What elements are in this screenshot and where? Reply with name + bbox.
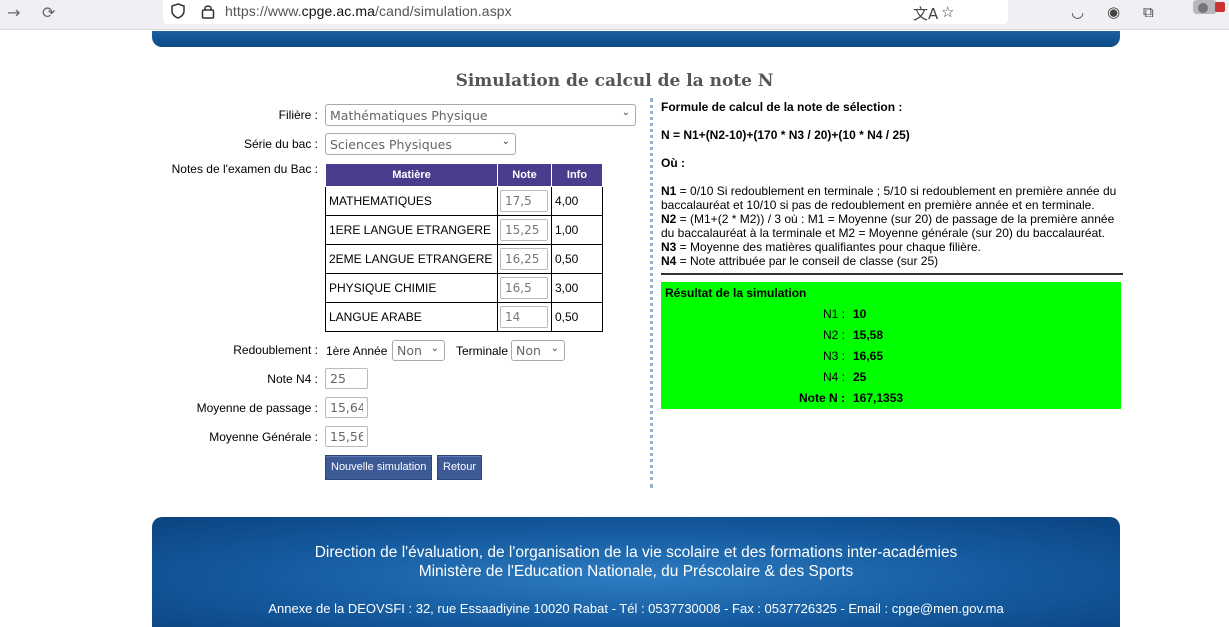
table-row: LANGUE ARABE 0,50 (325, 302, 603, 332)
serie-label: Série du bac : (243, 137, 318, 151)
reload-icon[interactable]: ⟳ (42, 3, 55, 22)
table-row: MATHEMATIQUES 4,00 (325, 186, 603, 216)
pocket-icon[interactable]: ◡ (1071, 3, 1084, 21)
translate-icon[interactable]: 文A (913, 3, 938, 24)
note-cell (497, 215, 552, 245)
note-cell (497, 244, 552, 274)
premiere-annee-select[interactable]: Non ⌄ (392, 340, 445, 361)
moyenne-generale-label: Moyenne Générale : (209, 430, 318, 444)
retour-button[interactable]: Retour (437, 455, 483, 480)
result-title: Résultat de la simulation (665, 286, 807, 300)
subject-name: 2EME LANGUE ETRANGERE (325, 244, 498, 274)
formula-definitions: N1 = 0/10 Si redoublement en terminale ;… (661, 184, 1123, 268)
serie-dropdown[interactable]: Sciences Physiques (325, 133, 516, 155)
subject-name: MATHEMATIQUES (325, 186, 498, 216)
moyenne-passage-input[interactable] (325, 397, 368, 418)
info-coefficient: 0,50 (551, 244, 603, 274)
column-header-info: Info (551, 163, 603, 187)
result-row-n1: N1 :10 (822, 307, 867, 321)
info-coefficient: 1,00 (551, 215, 603, 245)
notes-label: Notes de l'examen du Bac : (171, 162, 318, 176)
filiere-select[interactable]: Mathématiques Physique ⌄ (325, 104, 636, 126)
footer: Direction de l'évaluation, de l'organisa… (152, 517, 1120, 627)
subject-name: PHYSIQUE CHIMIE (325, 273, 498, 303)
page-title: Simulation de calcul de la note N (455, 71, 774, 91)
footer-line-1: Direction de l'évaluation, de l'organisa… (314, 544, 958, 561)
note-cell (497, 302, 552, 332)
result-row-n4: N4 :25 (822, 370, 867, 384)
n4-input[interactable] (325, 368, 368, 389)
terminale-select[interactable]: Non ⌄ (511, 340, 565, 361)
table-row: 1ERE LANGUE ETRANGERE 1,00 (325, 215, 603, 245)
note-input[interactable] (500, 277, 548, 299)
note-cell (497, 186, 552, 216)
note-input[interactable] (500, 190, 548, 212)
info-coefficient: 4,00 (551, 186, 603, 216)
browser-toolbar: → ⟳ https://www.cpge.ac.ma/cand/simulati… (0, 0, 1229, 30)
grades-table: Matière Note Info MATHEMATIQUES 4,00 1ER… (325, 163, 603, 332)
extensions-icon[interactable]: ⧉ (1143, 3, 1154, 21)
terminale-dropdown[interactable]: Non (511, 340, 565, 361)
redoublement-label: Redoublement : (233, 343, 318, 357)
formula-equation: N = N1+(N2-10)+(170 * N3 / 20)+(10 * N4 … (661, 128, 910, 142)
url-text: https://www.cpge.ac.ma/cand/simulation.a… (225, 3, 512, 19)
n4-definition: N4 = Note attribuée par le conseil de cl… (661, 254, 939, 268)
extension-profile-icon[interactable]: ◉ (1107, 3, 1120, 21)
premiere-annee-label: 1ère Année (326, 344, 388, 358)
lock-icon[interactable] (201, 3, 215, 19)
filiere-label: Filière : (278, 108, 318, 122)
address-bar[interactable]: https://www.cpge.ac.ma/cand/simulation.a… (163, 0, 1008, 24)
n2-definition: N2 = (M1+(2 * M2)) / 3 où : M1 = Moyenne… (661, 212, 1115, 240)
premiere-annee-dropdown[interactable]: Non (392, 340, 445, 361)
note-input[interactable] (500, 306, 548, 328)
shield-icon[interactable] (171, 3, 185, 19)
vertical-divider (650, 98, 653, 488)
account-avatar[interactable] (1167, 0, 1227, 20)
header-banner (152, 31, 1120, 47)
nouvelle-simulation-button[interactable]: Nouvelle simulation (325, 455, 433, 480)
table-row: 2EME LANGUE ETRANGERE 0,50 (325, 244, 603, 274)
subject-name: LANGUE ARABE (325, 302, 498, 332)
subject-name: 1ERE LANGUE ETRANGERE (325, 215, 498, 245)
table-row: PHYSIQUE CHIMIE 3,00 (325, 273, 603, 303)
bookmark-star-icon[interactable]: ☆ (941, 3, 954, 21)
forward-icon[interactable]: → (7, 3, 20, 22)
column-header-matiere: Matière (325, 163, 498, 187)
moyenne-generale-input[interactable] (325, 426, 368, 447)
footer-contact: Annexe de la DEOVSFI : 32, rue Essaadiyi… (268, 601, 1004, 616)
terminale-label: Terminale (456, 344, 509, 358)
result-panel: Résultat de la simulation N1 :10 N2 :15,… (661, 282, 1121, 409)
note-cell (497, 273, 552, 303)
formula-ou: Où : (661, 156, 685, 170)
moyenne-passage-label: Moyenne de passage : (196, 401, 318, 415)
n3-definition: N3 = Moyenne des matières qualifiantes p… (661, 240, 981, 254)
n4-label: Note N4 : (267, 372, 318, 386)
filiere-dropdown[interactable]: Mathématiques Physique (325, 104, 636, 126)
serie-select[interactable]: Sciences Physiques ⌄ (325, 133, 516, 155)
column-header-note: Note (497, 163, 552, 187)
info-coefficient: 3,00 (551, 273, 603, 303)
horizontal-rule (661, 273, 1123, 275)
result-row-n2: N2 :15,58 (822, 328, 884, 342)
formula-panel: Formule de calcul de la note de sélectio… (661, 100, 1123, 268)
footer-line-2: Ministère de l'Education Nationale, du P… (418, 563, 854, 580)
formula-heading: Formule de calcul de la note de sélectio… (661, 100, 903, 114)
note-input[interactable] (500, 248, 548, 270)
n1-definition: N1 = 0/10 Si redoublement en terminale ;… (661, 184, 1117, 212)
result-row-n3: N3 :16,65 (822, 349, 884, 363)
note-input[interactable] (500, 219, 548, 241)
result-row-note-n: Note N :167,1353 (799, 391, 904, 405)
info-coefficient: 0,50 (551, 302, 603, 332)
